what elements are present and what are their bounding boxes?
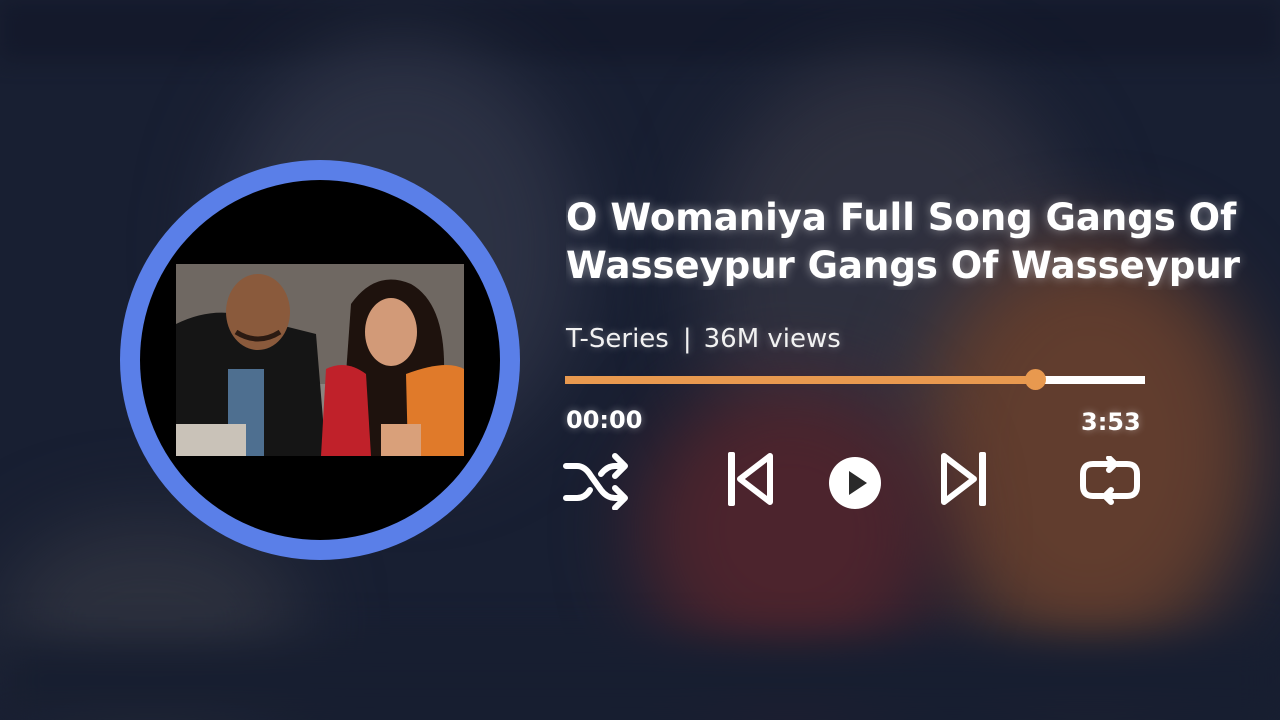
meta-separator: | (682, 324, 692, 354)
track-title-line1: O Womaniya Full Song Gangs Of (566, 196, 1237, 239)
total-duration: 3:53 (1081, 408, 1141, 436)
channel-name[interactable]: T-Series (566, 324, 669, 354)
progress-bar[interactable] (565, 369, 1145, 390)
progress-handle[interactable] (1024, 369, 1046, 390)
track-meta: T-Series | 36M views (566, 322, 841, 356)
elapsed-time: 00:00 (566, 406, 643, 434)
progress-fill (565, 376, 1035, 384)
shuffle-button[interactable] (563, 450, 631, 510)
repeat-icon (1080, 456, 1140, 505)
album-art-disc (140, 180, 500, 540)
play-button[interactable] (827, 455, 883, 511)
repeat-button[interactable] (1077, 456, 1143, 508)
skip-next-icon (941, 452, 986, 506)
album-art-photo (176, 264, 464, 456)
album-art (120, 160, 520, 560)
play-icon (829, 457, 881, 509)
next-button[interactable] (940, 450, 988, 508)
shuffle-icon (563, 453, 628, 510)
previous-button[interactable] (726, 450, 774, 508)
view-count: 36M views (703, 324, 841, 354)
track-title: O Womaniya Full Song Gangs Of Wasseypur … (566, 194, 1280, 290)
skip-previous-icon (728, 452, 773, 506)
track-title-line2: Wasseypur Gangs Of Wasseypur (566, 244, 1240, 287)
